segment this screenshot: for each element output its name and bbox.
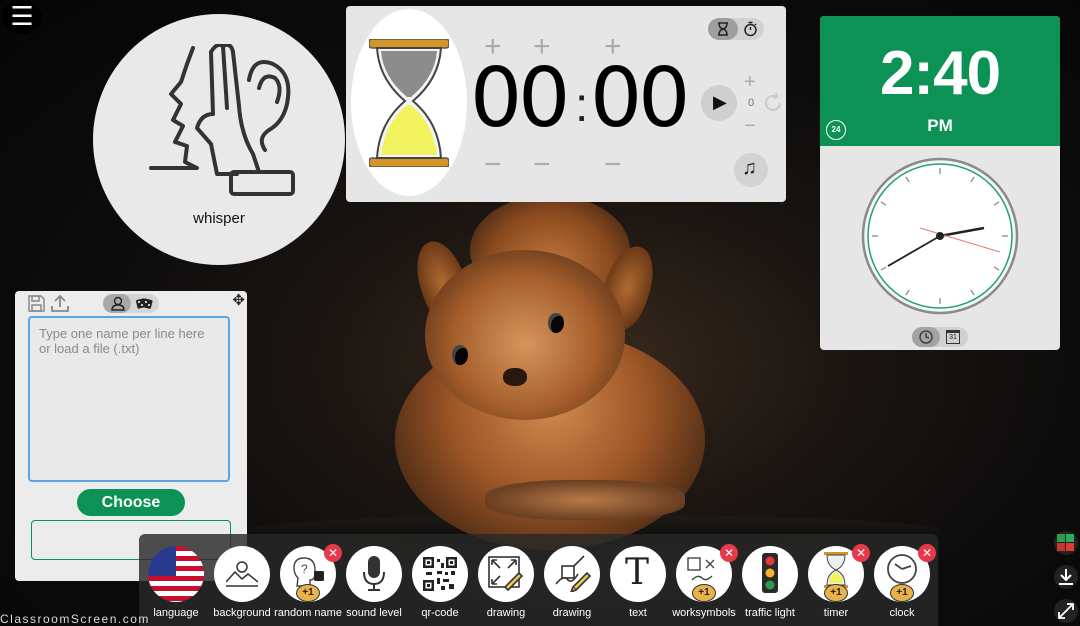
layout-colors-icon — [1057, 534, 1074, 551]
hourglass-icon — [824, 552, 848, 588]
dice-icon[interactable] — [136, 297, 153, 310]
seconds-minus-button[interactable]: − — [604, 150, 622, 180]
remove-icon[interactable]: ✕ — [918, 544, 936, 562]
repeat-minus-button[interactable]: − — [744, 116, 756, 136]
digital-clock-panel: 2:40 PM 24 — [820, 16, 1060, 146]
plus-one-badge: +1 — [296, 584, 320, 602]
am-pm-label: PM — [927, 116, 953, 135]
svg-text:?: ? — [301, 562, 308, 576]
move-handle-icon[interactable]: ✥ — [232, 291, 245, 309]
choose-button[interactable]: Choose — [77, 489, 185, 516]
upload-icon[interactable] — [51, 294, 69, 312]
fullscreen-button[interactable] — [1054, 599, 1078, 623]
tool-drawing-fullscreen[interactable]: drawing — [476, 546, 536, 619]
us-flag-icon — [148, 546, 204, 602]
clock-icon[interactable] — [919, 330, 933, 344]
sound-button[interactable]: ♫ — [734, 153, 768, 187]
bg-squirrel-paws — [485, 480, 685, 520]
traffic-light-icon — [762, 553, 778, 593]
play-icon: ▶ — [713, 92, 727, 112]
save-icon[interactable] — [28, 295, 45, 312]
names-mode-toggle[interactable] — [103, 294, 159, 313]
tool-text[interactable]: T text — [608, 546, 668, 619]
whisper-widget[interactable]: whisper — [93, 14, 345, 265]
drawing-fullscreen-icon — [488, 556, 524, 592]
plus-one-badge: +1 — [890, 584, 914, 602]
stopwatch-icon[interactable] — [743, 21, 758, 37]
qr-code-icon — [423, 557, 457, 591]
plus-one-badge: +1 — [692, 584, 716, 602]
plus-one-badge: +1 — [824, 584, 848, 602]
tool-sound-level[interactable]: sound level — [344, 546, 404, 619]
person-icon[interactable] — [111, 296, 125, 311]
clock-icon — [887, 554, 917, 584]
names-input[interactable] — [28, 316, 230, 482]
tool-label: clock — [889, 607, 915, 619]
tool-language[interactable]: language — [146, 546, 206, 619]
digital-time: 2:40 — [879, 39, 1001, 108]
timer-widget: + + + − − − 00 : 00 ▶ + 0 − ♫ — [346, 6, 786, 202]
play-button[interactable]: ▶ — [701, 85, 737, 121]
remove-icon[interactable]: ✕ — [324, 544, 342, 562]
clock-widget: 2:40 PM 24 31 — [820, 16, 1060, 350]
tool-background[interactable]: background — [212, 546, 272, 619]
tool-random-name[interactable]: ✕ ? +1 random name — [274, 544, 342, 619]
tool-drawing[interactable]: drawing — [542, 546, 602, 619]
hourglass-icon[interactable] — [717, 22, 729, 36]
landscape-image-icon — [226, 561, 258, 587]
tool-traffic-light[interactable]: traffic light — [740, 546, 800, 619]
watermark: ClassroomScreen.com — [0, 612, 150, 626]
widget-toolbar: language background ✕ ? +1 random name s… — [139, 534, 938, 626]
repeat-plus-button[interactable]: + — [744, 72, 756, 92]
menu-button[interactable]: ☰ — [2, 0, 42, 34]
download-icon — [1059, 569, 1073, 585]
tool-clock[interactable]: ✕ +1 clock — [872, 544, 936, 619]
whisper-hand-ear-icon — [149, 44, 295, 196]
calendar-icon[interactable]: 31 — [946, 330, 960, 344]
analog-clock — [861, 157, 1019, 315]
bg-squirrel-nose — [503, 368, 527, 386]
24h-format-button[interactable]: 24 — [826, 120, 846, 140]
bg-squirrel-eye — [548, 313, 564, 333]
timer-seconds[interactable]: 00 — [590, 58, 690, 140]
hourglass-icon — [369, 39, 449, 167]
remove-icon[interactable]: ✕ — [720, 544, 738, 562]
bg-squirrel-eye — [452, 345, 468, 365]
microphone-icon — [363, 556, 385, 591]
timer-mode-toggle[interactable] — [708, 18, 764, 40]
hours-minus-button[interactable]: − — [484, 150, 502, 180]
bg-squirrel-head — [425, 250, 625, 420]
tool-qr-code[interactable]: qr-code — [410, 546, 470, 619]
music-note-icon: ♫ — [742, 157, 757, 179]
remove-icon[interactable]: ✕ — [852, 544, 870, 562]
tool-worksymbols[interactable]: ✕ +1 worksymbols — [672, 544, 738, 619]
whisper-label: whisper — [193, 210, 245, 227]
timer-minutes[interactable]: 00 — [470, 58, 570, 140]
download-button[interactable] — [1054, 565, 1078, 589]
repeat-count: 0 — [748, 97, 755, 109]
hourglass-display — [351, 9, 467, 196]
minutes-minus-button[interactable]: − — [533, 150, 551, 180]
timer-separator: : — [575, 79, 589, 132]
clock-mode-toggle[interactable]: 31 — [912, 327, 968, 347]
repeat-icon[interactable] — [762, 92, 784, 114]
hamburger-icon: ☰ — [10, 1, 34, 31]
expand-icon — [1058, 603, 1074, 619]
drawing-pencil-icon — [555, 555, 592, 592]
tool-timer[interactable]: ✕ +1 timer — [806, 544, 870, 619]
text-t-icon: T — [625, 552, 650, 593]
layout-button[interactable] — [1054, 531, 1078, 555]
